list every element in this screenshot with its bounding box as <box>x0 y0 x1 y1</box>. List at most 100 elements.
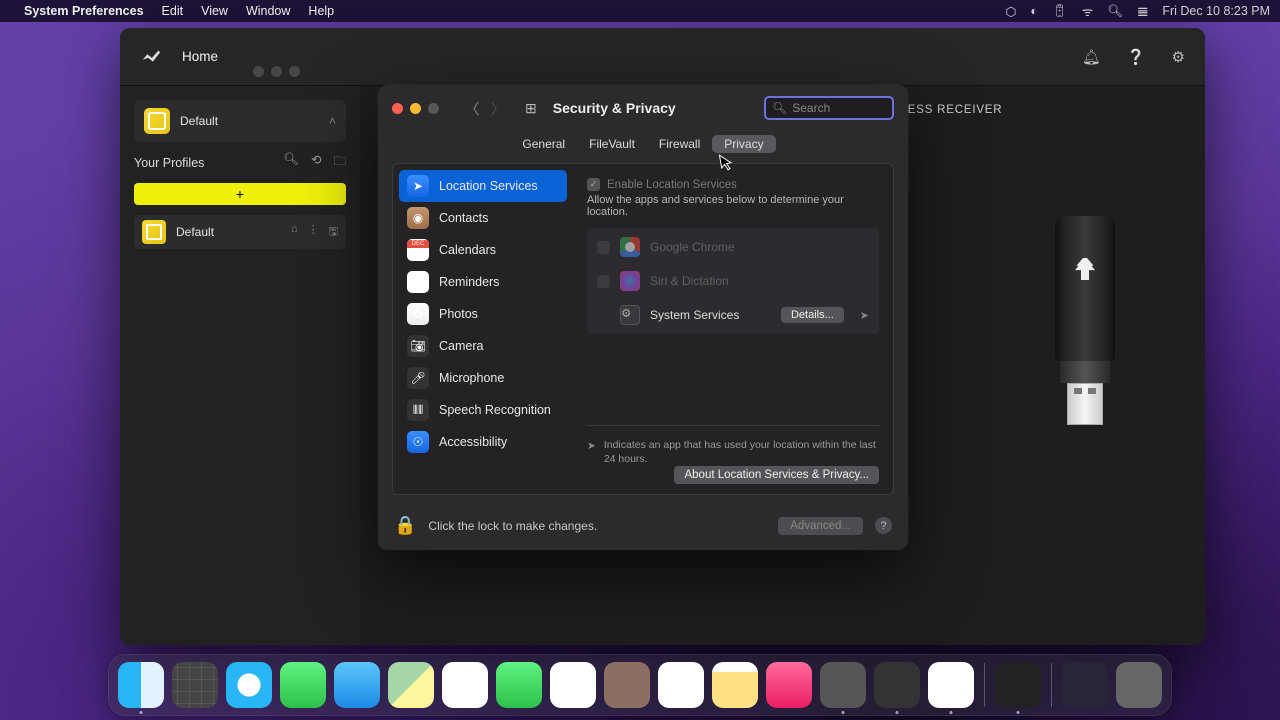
menu-edit[interactable]: Edit <box>162 4 184 18</box>
dock-music[interactable] <box>766 662 812 708</box>
dock-obs[interactable] <box>874 662 920 708</box>
bgapp-sidebar: Default ˄ Your Profiles 🔍︎ ⟲ 🗀 + Default… <box>120 86 360 645</box>
add-profile-button[interactable]: + <box>134 183 346 205</box>
bgapp-traffic-lights[interactable] <box>253 66 300 77</box>
app-name: Siri & Dictation <box>650 274 729 288</box>
status-control-center-icon[interactable]: 𝌆 <box>1137 4 1148 19</box>
app-row-system-services: ⚙ System Services Details... ➤ <box>587 298 879 332</box>
show-all-button[interactable]: ⊞ <box>525 100 537 117</box>
cat-camera[interactable]: 📷︎Camera <box>399 330 567 362</box>
traffic-lights[interactable] <box>392 103 439 114</box>
location-used-icon: ➤ <box>860 309 869 322</box>
dock-reminders[interactable] <box>658 662 704 708</box>
status-icue-icon[interactable]: ⬡ <box>1005 4 1016 19</box>
corsair-logo-icon <box>140 46 162 68</box>
dock-notes[interactable] <box>712 662 758 708</box>
lock-icon[interactable]: 🔒 <box>394 515 416 536</box>
dock-calendar[interactable] <box>550 662 596 708</box>
dock-safari[interactable] <box>226 662 272 708</box>
cat-speech[interactable]: ⦀⦀Speech Recognition <box>399 394 567 426</box>
cat-reminders[interactable]: ☰Reminders <box>399 266 567 298</box>
folder-icon[interactable]: 🗀 <box>333 152 346 173</box>
search-icon[interactable]: 🔍︎ <box>283 152 299 173</box>
search-field[interactable]: 🔍︎ Search <box>764 96 894 120</box>
lock-text: Click the lock to make changes. <box>428 519 597 533</box>
microphone-icon: 🎤︎ <box>407 367 429 389</box>
cat-location-services[interactable]: ➤Location Services <box>399 170 567 202</box>
enable-ls-label: Enable Location Services <box>607 179 737 191</box>
tab-firewall[interactable]: Firewall <box>647 135 712 153</box>
app-permission-list[interactable]: Google Chrome Siri & Dictation ⚙ System … <box>587 228 879 334</box>
dock-contacts[interactable] <box>604 662 650 708</box>
menu-help[interactable]: Help <box>308 4 334 18</box>
privacy-detail-pane: ✓ Enable Location Services Allow the app… <box>573 164 893 494</box>
tab-filevault[interactable]: FileVault <box>577 135 647 153</box>
dock-messages[interactable] <box>280 662 326 708</box>
save-icon[interactable]: 🖫 <box>329 223 338 242</box>
tab-general[interactable]: General <box>510 135 577 153</box>
settings-gear-icon[interactable]: ⚙ <box>1172 48 1185 66</box>
profile-row[interactable]: Default ⌂ ⋮ 🖫 <box>134 215 346 249</box>
app-menu[interactable]: System Preferences <box>24 4 144 18</box>
menu-window[interactable]: Window <box>246 4 290 18</box>
enable-location-checkbox-row: ✓ Enable Location Services <box>587 178 879 191</box>
cat-contacts[interactable]: ◉Contacts <box>399 202 567 234</box>
bgapp-home-label[interactable]: Home <box>182 49 218 64</box>
status-spotlight-icon[interactable]: 🔍︎ <box>1107 4 1123 19</box>
notifications-icon[interactable]: 🔔︎ <box>1082 48 1101 66</box>
chevron-up-icon: ˄ <box>329 114 336 128</box>
dock-system-preferences[interactable] <box>820 662 866 708</box>
menubar: System Preferences Edit View Window Help… <box>0 0 1280 22</box>
cat-calendars[interactable]: DEC17Calendars <box>399 234 567 266</box>
status-battery-icon[interactable]: 🔋︎ <box>1052 4 1068 19</box>
dock-facetime[interactable] <box>496 662 542 708</box>
sync-icon[interactable]: ⟲ <box>311 152 321 173</box>
window-title: Security & Privacy <box>553 100 676 116</box>
minimize-icon[interactable] <box>410 103 421 114</box>
camera-icon: 📷︎ <box>407 335 429 357</box>
device-icon <box>144 108 170 134</box>
status-obs-icon[interactable]: ◐ <box>1030 4 1038 18</box>
dock-maps[interactable] <box>388 662 434 708</box>
close-icon[interactable] <box>392 103 403 114</box>
location-arrow-icon: ➤ <box>587 439 596 466</box>
details-button[interactable]: Details... <box>781 307 844 323</box>
dock-minimized-window[interactable] <box>1062 662 1108 708</box>
dock-photos[interactable] <box>442 662 488 708</box>
tab-privacy[interactable]: Privacy <box>712 135 775 153</box>
advanced-button[interactable]: Advanced... <box>778 517 863 535</box>
cat-photos[interactable]: ✿Photos <box>399 298 567 330</box>
accessibility-icon: ☉ <box>407 431 429 453</box>
help-button[interactable]: ? <box>875 517 892 534</box>
more-icon[interactable]: ⋮ <box>308 223 319 242</box>
bgapp-titlebar: Home 🔔︎ ❔ ⚙ <box>120 28 1205 86</box>
zoom-icon[interactable] <box>428 103 439 114</box>
dock[interactable] <box>108 654 1172 716</box>
gear-icon: ⚙ <box>620 305 640 325</box>
cat-accessibility[interactable]: ☉Accessibility <box>399 426 567 458</box>
dock-finder[interactable] <box>118 662 164 708</box>
dock-mail[interactable] <box>334 662 380 708</box>
usb-receiver-image <box>1055 216 1115 426</box>
calendar-icon: DEC17 <box>407 239 429 261</box>
home-icon[interactable]: ⌂ <box>291 223 298 242</box>
dock-icue[interactable] <box>995 662 1041 708</box>
dock-trash[interactable] <box>1116 662 1162 708</box>
app-name: Google Chrome <box>650 240 735 254</box>
help-icon[interactable]: ❔ <box>1127 48 1146 66</box>
your-profiles-label: Your Profiles <box>134 156 204 170</box>
system-preferences-window: 〈〉 ⊞ Security & Privacy 🔍︎ Search Genera… <box>378 85 908 550</box>
app-row-siri[interactable]: Siri & Dictation <box>587 264 879 298</box>
dock-chrome[interactable] <box>928 662 974 708</box>
device-pill[interactable]: Default ˄ <box>134 100 346 142</box>
about-location-button[interactable]: About Location Services & Privacy... <box>674 466 879 484</box>
privacy-category-list[interactable]: ➤Location Services ◉Contacts DEC17Calend… <box>393 164 573 474</box>
app-row-chrome[interactable]: Google Chrome <box>587 230 879 264</box>
cat-microphone[interactable]: 🎤︎Microphone <box>399 362 567 394</box>
dock-launchpad[interactable] <box>172 662 218 708</box>
back-button[interactable]: 〈 <box>461 98 483 119</box>
contacts-icon: ◉ <box>407 207 429 229</box>
menubar-clock[interactable]: Fri Dec 10 8:23 PM <box>1162 4 1270 18</box>
menu-view[interactable]: View <box>201 4 228 18</box>
status-wifi-icon[interactable]: ᯤ <box>1082 3 1093 20</box>
